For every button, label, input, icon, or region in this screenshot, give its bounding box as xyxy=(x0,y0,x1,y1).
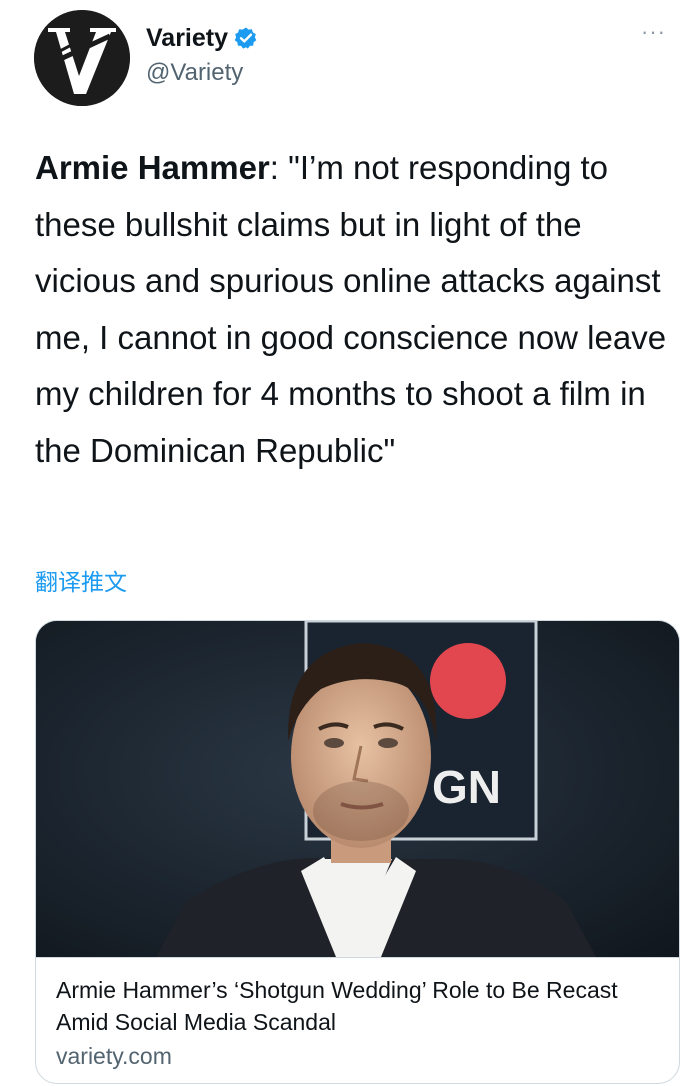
author-display-name[interactable]: Variety xyxy=(146,22,228,54)
card-title[interactable]: Armie Hammer’s ‘Shotgun Wedding’ Role to… xyxy=(56,974,661,1038)
portrait-photo: GN xyxy=(36,621,679,957)
tweet-header: Variety @Variety ··· xyxy=(0,0,690,120)
translate-tweet-link[interactable]: 翻译推文 xyxy=(35,567,127,597)
card-image[interactable]: GN xyxy=(36,621,679,957)
verified-badge-icon xyxy=(234,26,258,50)
tweet-text: Armie Hammer: "I’m not responding to the… xyxy=(35,140,685,479)
variety-v-logo-icon xyxy=(34,10,130,106)
card-meta[interactable]: Armie Hammer’s ‘Shotgun Wedding’ Role to… xyxy=(36,957,679,1083)
avatar[interactable] xyxy=(34,10,130,106)
link-preview-card[interactable]: GN Armie Hammer’s ‘Shotgun Wedding’ Role… xyxy=(35,620,680,1084)
tweet-body: : "I’m not responding to these bullshit … xyxy=(35,149,667,469)
author-name-row: Variety xyxy=(146,22,258,54)
more-options-icon[interactable]: ··· xyxy=(641,21,666,43)
tweet-speaker: Armie Hammer xyxy=(35,149,270,186)
card-domain: variety.com xyxy=(56,1043,172,1069)
author-handle[interactable]: @Variety xyxy=(146,58,243,88)
backdrop-sign-text: GN xyxy=(432,761,501,813)
